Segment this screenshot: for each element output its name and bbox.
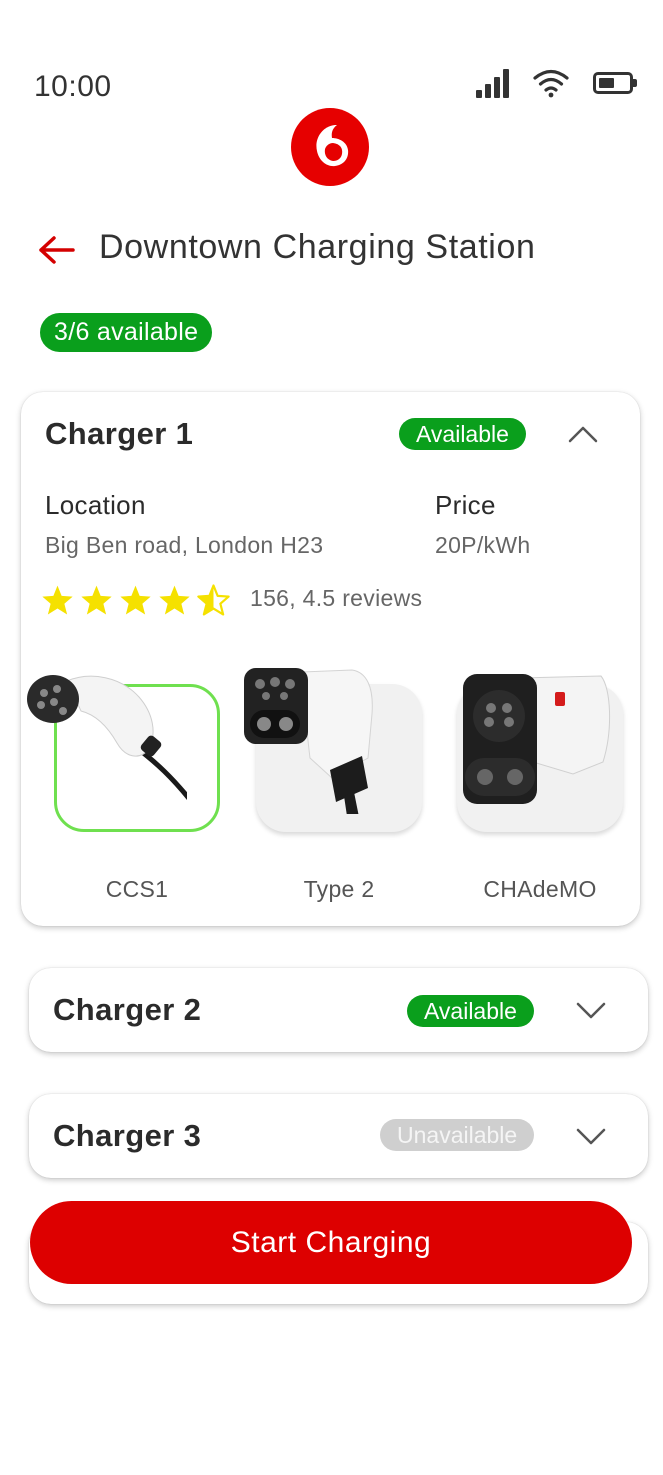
charger-title: Charger 1 <box>45 416 194 451</box>
chevron-down-icon[interactable] <box>575 1001 607 1021</box>
charger-card-2[interactable]: Charger 2 Available <box>29 968 648 1052</box>
status-badge: Available <box>407 995 534 1027</box>
price-value: 20P/kWh <box>435 532 531 558</box>
connector-ccs1[interactable] <box>27 675 220 832</box>
connector-chademo[interactable] <box>457 674 623 832</box>
rating-stars <box>41 584 230 616</box>
chademo-plug-icon <box>463 674 610 804</box>
chevron-up-icon[interactable] <box>567 424 599 444</box>
location-value: Big Ben road, London H23 <box>45 532 324 558</box>
chevron-down-icon[interactable] <box>575 1127 607 1147</box>
connector-label: CCS1 <box>105 876 169 902</box>
status-badge: Unavailable <box>380 1119 535 1151</box>
star-full-icon <box>159 585 190 615</box>
star-full-icon <box>120 585 151 615</box>
connector-label: Type 2 <box>303 876 375 902</box>
connector-label: CHAdeMO <box>483 876 597 902</box>
price-label: Price <box>435 490 496 520</box>
page-title: Downtown Charging Station <box>99 228 536 266</box>
ccs1-plug-icon <box>27 675 187 801</box>
status-icons <box>476 68 637 98</box>
charger-title: Charger 2 <box>53 992 202 1027</box>
status-badge: Available <box>399 418 526 450</box>
wifi-icon <box>533 69 569 98</box>
cellular-signal-icon <box>476 68 509 98</box>
availability-badge: 3/6 available <box>40 313 213 352</box>
reviews-count: 156, 4.5 reviews <box>250 585 423 611</box>
star-half-icon <box>197 584 230 616</box>
start-charging-button[interactable]: Start Charging <box>30 1201 632 1284</box>
star-full-icon <box>81 585 112 615</box>
arrow-left-icon[interactable] <box>38 233 76 267</box>
battery-icon <box>593 72 637 94</box>
status-time: 10:00 <box>34 70 112 103</box>
star-full-icon <box>42 585 73 615</box>
type2-plug-icon <box>244 668 373 814</box>
charger-card-3[interactable]: Charger 3 Unavailable <box>29 1094 648 1178</box>
charger-title: Charger 3 <box>53 1118 202 1153</box>
location-label: Location <box>45 490 146 520</box>
vodafone-logo-icon <box>291 108 369 186</box>
connector-type-2[interactable] <box>244 668 422 832</box>
charger-card-1: Charger 1 Available Location Big Ben roa… <box>21 392 640 926</box>
